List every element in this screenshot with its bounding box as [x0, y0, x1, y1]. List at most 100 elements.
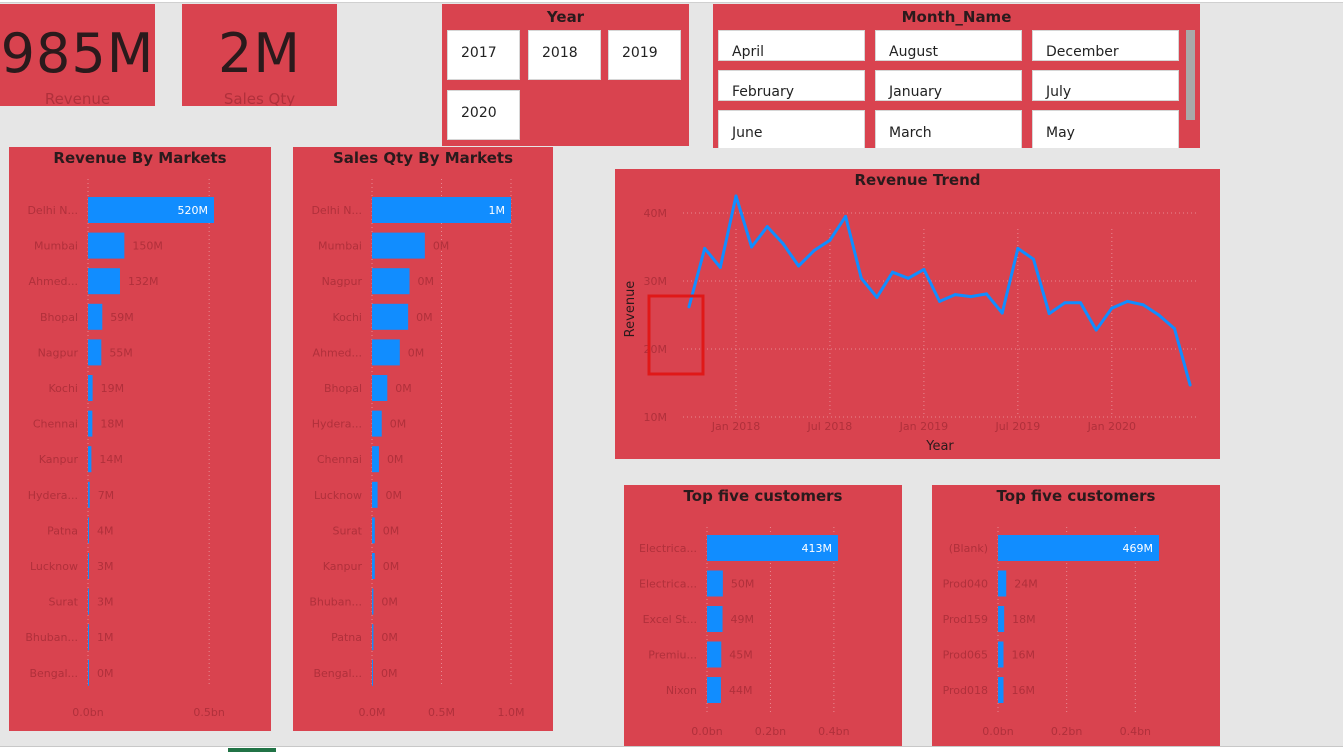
top-customers-bar — [707, 677, 721, 703]
qty-markets-category-label: Patna — [331, 631, 362, 644]
rev-markets-data-label: 4M — [97, 524, 114, 537]
sales-qty-card: 2M Sales Qty — [182, 4, 337, 106]
rev-markets-category-label: Bhopal — [40, 311, 78, 324]
top-products-data-label: 16M — [1011, 649, 1035, 662]
rev-markets-bar — [88, 588, 89, 615]
qty-markets-bar — [372, 339, 400, 366]
trend-data-point — [1110, 306, 1114, 310]
month-option-january[interactable]: January — [875, 70, 1022, 101]
sales-qty-by-markets-chart: 0.0M 0.5M 1.0M Delhi N... 1M Mumbai 0M Nagpur 0M… — [309, 179, 525, 719]
month-option-july[interactable]: July — [1032, 70, 1179, 101]
trend-data-point — [953, 293, 957, 297]
qty-markets-bar — [372, 232, 425, 259]
month-slicer-scrollbar[interactable] — [1186, 30, 1195, 120]
top-products-x-tick-label: 0.0bn — [982, 725, 1013, 738]
month-option-february[interactable]: February — [718, 70, 865, 101]
trend-data-point — [891, 270, 895, 274]
trend-y-axis-title: Revenue — [623, 281, 638, 338]
month-option-june[interactable]: June — [718, 110, 865, 148]
trend-data-point — [703, 246, 707, 250]
qty-markets-data-label: 0M — [381, 631, 398, 644]
rev-markets-bar — [88, 303, 103, 330]
trend-data-point — [1047, 312, 1051, 316]
qty-markets-data-label: 0M — [383, 524, 400, 537]
rev-markets-bar — [88, 375, 93, 401]
top-edge — [0, 0, 1343, 3]
month-option-august[interactable]: August — [875, 30, 1022, 61]
qty-markets-x-tick-label: 1.0M — [498, 706, 525, 719]
year-option-2020[interactable]: 2020 — [447, 90, 520, 140]
rev-markets-bar — [88, 268, 120, 295]
qty-markets-data-label: 0M — [381, 667, 398, 680]
rev-markets-category-label: Surat — [48, 596, 78, 609]
trend-y-tick-label: 40M — [644, 207, 668, 220]
top-customers-chart: 0.0bn 0.2bn 0.4bn Electrica... 413M Electrica… — [639, 527, 850, 738]
qty-markets-category-label: Bengal... — [313, 667, 362, 680]
trend-data-point — [828, 238, 832, 242]
top-products-panel: Top five customers 0.0bn 0.2bn 0.4bn (Blank… — [932, 485, 1220, 749]
trend-data-point — [922, 267, 926, 271]
qty-markets-category-label: Kochi — [333, 311, 362, 324]
trend-data-point — [938, 299, 942, 303]
rev-markets-category-label: Ahmed... — [29, 275, 78, 288]
qty-markets-category-label: Lucknow — [314, 489, 362, 502]
trend-data-point — [687, 305, 691, 309]
rev-markets-bar — [88, 659, 89, 686]
revenue-label: Revenue — [44, 90, 111, 106]
qty-markets-data-label: 0M — [390, 418, 407, 431]
rev-markets-data-label: 18M — [100, 418, 124, 431]
qty-markets-category-label: Mumbai — [318, 240, 362, 253]
rev-markets-x-tick-label: 0.0bn — [72, 706, 103, 719]
trend-data-point — [1172, 327, 1176, 331]
month-slicer-scroll-thumb[interactable] — [1186, 30, 1195, 120]
top-customers-data-label: 45M — [729, 649, 753, 662]
active-sheet-tab[interactable] — [228, 748, 276, 752]
revenue-trend-panel: Revenue Trend 10M 20M 30M 40M Jan 2018 Jul 20… — [615, 169, 1220, 459]
rev-markets-bar — [88, 446, 92, 473]
trend-data-point — [859, 276, 863, 280]
qty-markets-data-label: 0M — [386, 489, 403, 502]
revenue-by-markets-panel: Revenue By Markets 0.0bn 0.5bn Delhi N... 5… — [9, 147, 271, 731]
month-option-march[interactable]: March — [875, 110, 1022, 148]
top-customers-bar — [707, 570, 723, 597]
qty-markets-data-label: 0M — [408, 346, 425, 359]
trend-x-tick-label: Jul 2019 — [994, 420, 1040, 433]
trend-x-axis-title: Year — [925, 439, 954, 454]
top-products-bar — [998, 641, 1004, 668]
top-customers-data-label: 49M — [731, 613, 755, 626]
year-option-2018[interactable]: 2018 — [528, 30, 601, 80]
sales-qty-by-markets-panel: Sales Qty By Markets 0.0M 0.5M 1.0M Delhi N… — [293, 147, 553, 731]
rev-markets-category-label: Nagpur — [38, 346, 79, 359]
qty-markets-bar — [372, 268, 410, 295]
month-option-december[interactable]: December — [1032, 30, 1179, 61]
rev-markets-bar — [88, 517, 89, 544]
rev-markets-data-label: 0M — [97, 667, 114, 680]
month-option-april[interactable]: April — [718, 30, 865, 61]
trend-data-point — [734, 194, 738, 198]
top-products-category-label: Prod065 — [943, 649, 988, 662]
trend-data-point — [750, 245, 754, 249]
revenue-card: 985M Revenue — [0, 4, 155, 106]
rev-markets-data-label: 1M — [97, 631, 114, 644]
top-products-bar — [998, 606, 1005, 632]
trend-y-tick-label: 30M — [644, 275, 668, 288]
year-option-2017[interactable]: 2017 — [447, 30, 520, 80]
top-products-data-label: 24M — [1014, 578, 1037, 591]
year-option-2019[interactable]: 2019 — [608, 30, 681, 80]
month-option-may[interactable]: May — [1032, 110, 1179, 148]
qty-markets-bar — [372, 624, 374, 651]
top-products-category-label: Prod018 — [943, 684, 988, 697]
top-products-bar — [998, 570, 1007, 597]
top-products-data-label: 469M — [1123, 542, 1154, 555]
trend-data-point — [1079, 301, 1082, 305]
trend-data-point — [1016, 246, 1020, 250]
rev-markets-category-label: Patna — [47, 524, 78, 537]
trend-data-point — [1125, 299, 1129, 303]
qty-markets-category-label: Hydera... — [312, 418, 362, 431]
qty-markets-data-label: 0M — [418, 275, 435, 288]
qty-markets-category-label: Nagpur — [322, 275, 363, 288]
rev-markets-category-label: Delhi N... — [27, 204, 78, 217]
rev-markets-data-label: 3M — [97, 560, 114, 573]
rev-markets-data-label: 150M — [132, 240, 163, 253]
qty-markets-bar — [372, 375, 388, 401]
